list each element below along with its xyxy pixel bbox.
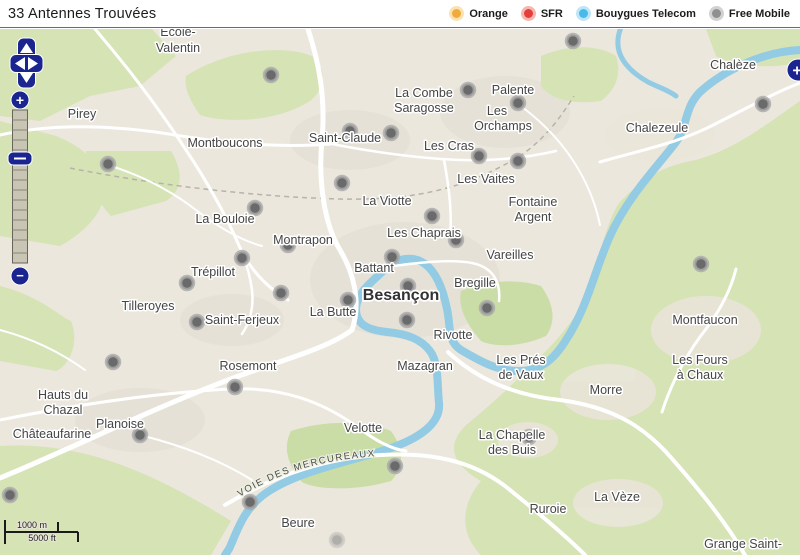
antenna-marker[interactable] bbox=[401, 314, 414, 327]
place-label: La Chapelle bbox=[479, 428, 546, 442]
place-label: Mazagran bbox=[397, 359, 453, 373]
map-canvas[interactable]: École- Valentin Pirey Montboucons Saint-Clau… bbox=[0, 29, 800, 555]
place-label: de Vaux bbox=[499, 368, 545, 382]
place-label: Chazal bbox=[44, 403, 83, 417]
legend-item-bouygues-telecom[interactable]: Bouygues Telecom bbox=[576, 6, 696, 21]
place-label: La Combe bbox=[395, 86, 453, 100]
place-label: Palente bbox=[492, 83, 534, 97]
antenna-marker[interactable] bbox=[426, 210, 439, 223]
legend-label: Orange bbox=[469, 8, 508, 20]
place-label: Bregille bbox=[454, 276, 496, 290]
header-bar: 33 Antennes Trouvées Orange SFR Bouygues T… bbox=[0, 0, 800, 28]
antenna-marker[interactable] bbox=[191, 316, 204, 329]
antenna-marker[interactable] bbox=[265, 69, 278, 82]
legend-dot bbox=[709, 6, 724, 21]
scale-metric: 1000 m bbox=[17, 520, 47, 530]
place-label: Tilleroyes bbox=[121, 299, 174, 313]
place-label: des Buis bbox=[488, 443, 536, 457]
place-label: Saint-Claude bbox=[309, 131, 381, 145]
antenna-marker[interactable] bbox=[512, 155, 525, 168]
place-label: Montrapon bbox=[273, 233, 333, 247]
antenna-marker[interactable] bbox=[4, 489, 17, 502]
place-label: École- bbox=[160, 29, 195, 39]
place-label: Les Prés bbox=[496, 353, 545, 367]
pan-horizontal-bar[interactable] bbox=[10, 55, 43, 73]
place-label: Pirey bbox=[68, 107, 97, 121]
place-label: Chalèze bbox=[710, 58, 756, 72]
antenna-marker[interactable] bbox=[107, 356, 120, 369]
antenna-marker[interactable] bbox=[481, 302, 494, 315]
antenna-marker[interactable] bbox=[229, 381, 242, 394]
antenna-marker[interactable] bbox=[336, 177, 349, 190]
place-label: La Viotte bbox=[362, 194, 411, 208]
place-label: Valentin bbox=[156, 41, 200, 55]
place-label: Grange Saint- bbox=[704, 537, 782, 551]
place-label: La Butte bbox=[310, 305, 357, 319]
map-container: École- Valentin Pirey Montboucons Saint-Clau… bbox=[0, 29, 800, 555]
place-label: Les Cras bbox=[424, 139, 474, 153]
place-label: Hauts du bbox=[38, 388, 88, 402]
place-label: Les bbox=[487, 104, 507, 118]
place-label: Les Fours bbox=[672, 353, 728, 367]
place-label: Planoise bbox=[96, 417, 144, 431]
place-label: Beure bbox=[281, 516, 314, 530]
place-label: Argent bbox=[515, 210, 552, 224]
legend-dot-inner bbox=[579, 9, 588, 18]
place-label: Les Vaites bbox=[457, 172, 514, 186]
antenna-marker[interactable] bbox=[236, 252, 249, 265]
place-label: Montboucons bbox=[187, 136, 262, 150]
place-label: Rosemont bbox=[220, 359, 277, 373]
antenna-marker[interactable] bbox=[389, 460, 402, 473]
legend-dot-inner bbox=[712, 9, 721, 18]
city-label-besancon: Besançon bbox=[363, 287, 439, 304]
place-label: Saint-Ferjeux bbox=[205, 313, 280, 327]
place-label: Rivotte bbox=[434, 328, 473, 342]
antenna-marker[interactable] bbox=[275, 287, 288, 300]
place-label: Montfaucon bbox=[672, 313, 737, 327]
legend-dot bbox=[449, 6, 464, 21]
antenna-marker[interactable] bbox=[102, 158, 115, 171]
legend-dot-inner bbox=[524, 9, 533, 18]
antenna-marker[interactable] bbox=[512, 97, 525, 110]
antenna-marker[interactable] bbox=[385, 127, 398, 140]
place-label: Battant bbox=[354, 261, 394, 275]
place-label: Vareilles bbox=[486, 248, 533, 262]
scale-imperial: 5000 ft bbox=[28, 533, 56, 543]
legend-dot bbox=[521, 6, 536, 21]
legend-label: Bouygues Telecom bbox=[596, 8, 696, 20]
legend-dot-inner bbox=[452, 9, 461, 18]
place-label: Fontaine bbox=[509, 195, 558, 209]
zoom-in-glyph: + bbox=[16, 92, 24, 108]
place-label: Trépillot bbox=[191, 265, 236, 279]
legend: Orange SFR Bouygues Telecom Free Mobile bbox=[449, 6, 800, 21]
place-label: La Bouloie bbox=[195, 212, 254, 226]
place-label: Morre bbox=[590, 383, 623, 397]
place-label: à Chaux bbox=[677, 368, 724, 382]
legend-item-free-mobile[interactable]: Free Mobile bbox=[709, 6, 790, 21]
legend-dot bbox=[576, 6, 591, 21]
legend-label: Free Mobile bbox=[729, 8, 790, 20]
page-title: 33 Antennes Trouvées bbox=[0, 6, 156, 22]
place-label: Châteaufarine bbox=[13, 427, 92, 441]
place-label: Velotte bbox=[344, 421, 382, 435]
place-label: Ruroie bbox=[530, 502, 567, 516]
place-label: Chalezeule bbox=[626, 121, 689, 135]
zoom-out-glyph: − bbox=[16, 268, 24, 283]
layer-switcher-glyph: + bbox=[792, 63, 800, 80]
place-label: Orchamps bbox=[474, 119, 532, 133]
antenna-marker[interactable] bbox=[695, 258, 708, 271]
place-label: La Vèze bbox=[594, 490, 640, 504]
antenna-marker[interactable] bbox=[567, 35, 580, 48]
legend-item-sfr[interactable]: SFR bbox=[521, 6, 563, 21]
antenna-marker[interactable] bbox=[244, 496, 257, 509]
legend-item-orange[interactable]: Orange bbox=[449, 6, 508, 21]
antenna-marker[interactable] bbox=[473, 150, 486, 163]
antenna-marker[interactable] bbox=[331, 534, 344, 547]
place-label: Les Chaprais bbox=[387, 226, 461, 240]
antenna-marker[interactable] bbox=[757, 98, 770, 111]
antenna-marker[interactable] bbox=[462, 84, 475, 97]
legend-label: SFR bbox=[541, 8, 563, 20]
place-label: Saragosse bbox=[394, 101, 454, 115]
